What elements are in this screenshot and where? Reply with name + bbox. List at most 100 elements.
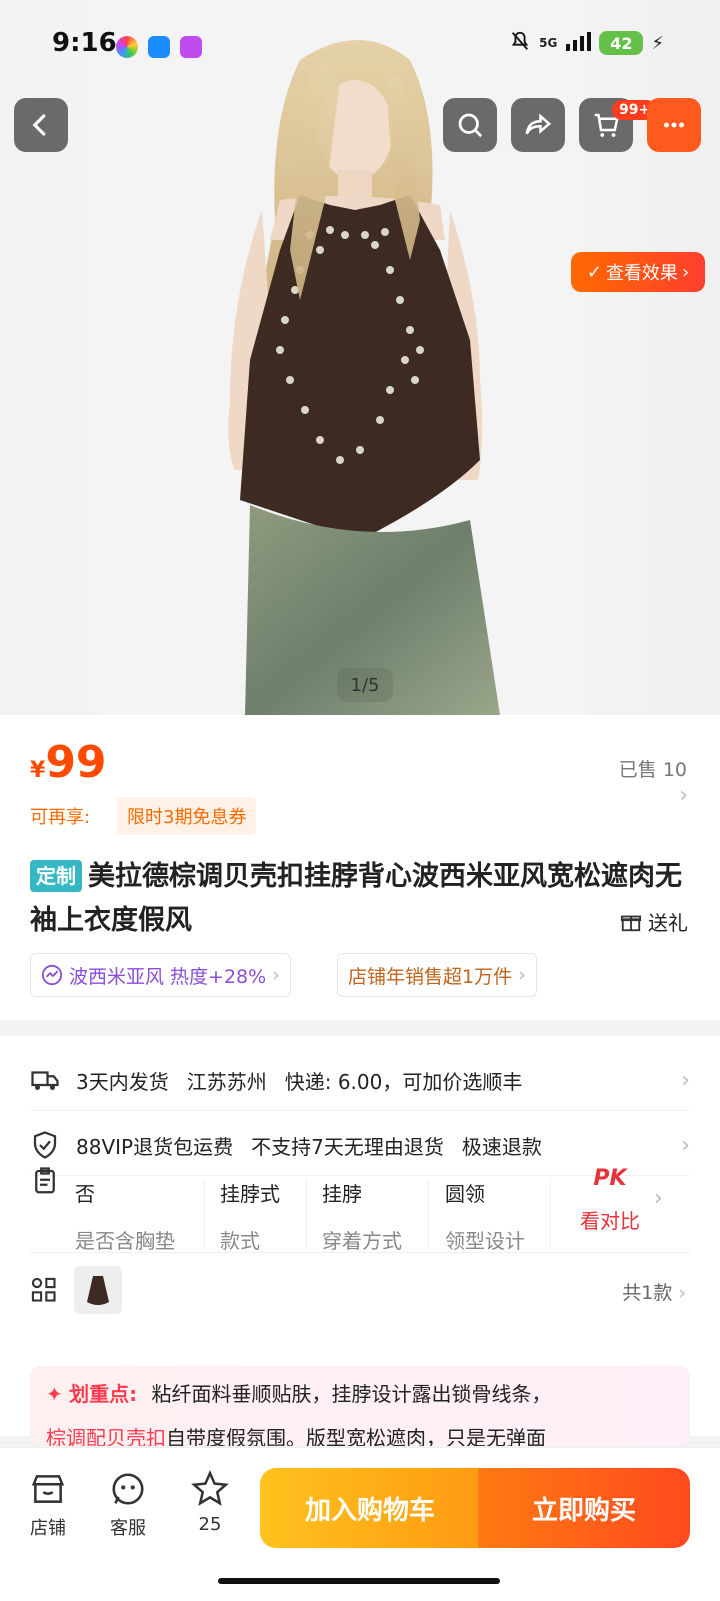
highlight-box: ✦ 划重点: 粘纤面料垂顺贴肤，挂脖设计露出锁骨线条， 棕调配贝壳扣自带度假氛围…	[30, 1366, 690, 1446]
highlight-line-1: 粘纤面料垂顺贴肤，挂脖设计露出锁骨线条，	[151, 1382, 552, 1406]
promo-coupon-chip[interactable]: 限时3期免息券	[117, 797, 257, 835]
return-policy: 不支持7天无理由退货	[251, 1134, 444, 1159]
attribute-wear[interactable]: 挂脖 穿着方式	[322, 1178, 402, 1254]
sparkle-icon: ✦	[46, 1382, 63, 1406]
buy-now-button[interactable]: 立即购买	[478, 1468, 690, 1548]
fast-refund: 极速退款	[461, 1134, 542, 1159]
compare-button[interactable]: PK 看对比	[580, 1166, 640, 1234]
attribute-key: 是否含胸垫	[75, 1229, 175, 1253]
variant-image	[87, 1276, 109, 1305]
attribute-key: 穿着方式	[322, 1229, 402, 1253]
search-button[interactable]	[443, 98, 497, 152]
attribute-value: 圆领	[445, 1182, 485, 1206]
highlight-emphasis: 棕调配贝壳扣	[46, 1426, 166, 1446]
promo-label: 可再享:	[30, 807, 91, 828]
trend-chip[interactable]: 波西米亚风 热度+28% ›	[30, 953, 291, 997]
share-icon	[525, 113, 552, 135]
app-notification-icon	[180, 36, 202, 58]
chat-icon	[112, 1473, 144, 1505]
attribute-value: 挂脖	[322, 1182, 362, 1206]
variant-count-text: 共1款	[622, 1282, 673, 1304]
gift-icon	[620, 915, 642, 931]
product-title: 定制 美拉德棕调贝壳扣挂脖背心波西米亚风宽松遮肉无袖上衣度假风	[30, 855, 690, 943]
battery-indicator: 42	[599, 31, 644, 55]
shop-button[interactable]: 店铺	[18, 1470, 78, 1540]
image-pager: 1/5	[337, 668, 393, 702]
status-time: 9:16	[52, 28, 117, 58]
sold-count: 已售 10	[618, 759, 687, 781]
gift-label: 送礼	[648, 911, 688, 935]
attribute-key: 款式	[220, 1229, 260, 1253]
divider	[550, 1180, 551, 1250]
custom-tag: 定制	[30, 860, 82, 892]
favorite-button[interactable]: 25	[180, 1470, 240, 1535]
attribute-value: 挂脖式	[220, 1182, 280, 1206]
mute-icon	[509, 30, 531, 56]
sales-chip[interactable]: 店铺年销售超1万件 ›	[337, 953, 537, 997]
shield-check-icon	[33, 1131, 57, 1159]
divider	[204, 1180, 205, 1250]
grid-icon	[31, 1277, 56, 1302]
attribute-value: 否	[75, 1182, 95, 1206]
status-bar: 9:16 5G 42 ⚡	[0, 0, 720, 90]
divider	[428, 1180, 429, 1250]
dispatch-time: 3天内发货	[76, 1069, 169, 1094]
variant-count[interactable]: 共1款 ›	[622, 1278, 686, 1305]
divider	[306, 1180, 307, 1250]
share-button[interactable]	[511, 98, 565, 152]
app-notification-icon	[148, 36, 170, 58]
charging-icon: ⚡	[651, 32, 664, 54]
ship-location: 江苏苏州	[186, 1069, 267, 1094]
highlight-label: 划重点:	[69, 1382, 138, 1406]
shop-label: 店铺	[30, 1518, 66, 1539]
chevron-right-icon: ›	[681, 1067, 690, 1093]
chevron-right-icon: ›	[518, 964, 526, 986]
more-dots-icon	[664, 122, 684, 128]
product-title-text: 美拉德棕调贝壳扣挂脖背心波西米亚风宽松遮肉无袖上衣度假风	[30, 861, 682, 936]
attribute-padding[interactable]: 否 是否含胸垫	[75, 1178, 175, 1254]
divider	[30, 1252, 690, 1253]
view-effect-button[interactable]: ✓ 查看效果 ›	[571, 252, 705, 292]
truck-icon	[31, 1071, 59, 1090]
trend-chip-text: 波西米亚风 热度+28%	[69, 965, 267, 988]
pk-label: PK	[593, 1166, 627, 1191]
attribute-key: 领型设计	[445, 1229, 525, 1253]
currency-symbol: ¥	[30, 758, 46, 783]
variant-thumbnail[interactable]	[74, 1266, 122, 1314]
trend-icon	[41, 964, 63, 986]
service-label: 客服	[110, 1518, 146, 1539]
shipping-row[interactable]: 3天内发货 江苏苏州 快递: 6.00，可加价选顺丰 ›	[30, 1050, 690, 1111]
shop-icon	[31, 1475, 65, 1503]
signal-icon	[565, 30, 592, 56]
status-indicators: 5G 42 ⚡	[509, 30, 664, 56]
check-icon: ✓	[586, 261, 602, 283]
price-value: 99	[45, 737, 107, 788]
sales-chip-text: 店铺年销售超1万件	[348, 965, 513, 988]
chevron-right-icon: ›	[681, 1132, 690, 1158]
compare-label: 看对比	[580, 1209, 640, 1233]
add-to-cart-button[interactable]: 加入购物车	[260, 1468, 480, 1548]
gift-button[interactable]: 送礼	[620, 907, 688, 936]
view-effect-label: 查看效果	[605, 263, 678, 284]
back-button[interactable]	[14, 98, 68, 152]
highlight-line-2: 自带度假氛围。版型宽松遮肉，只是无弹面	[166, 1426, 546, 1446]
chevron-right-icon: ›	[678, 1282, 686, 1304]
attribute-style[interactable]: 挂脖式 款式	[220, 1178, 280, 1254]
chevron-right-icon: ›	[681, 261, 690, 283]
more-button[interactable]	[647, 98, 701, 152]
product-info-card: ¥99 已售 10 可再享: 限时3期免息券 › 定制 美拉德棕调贝壳扣挂脖背心波…	[0, 715, 720, 1020]
attribute-collar[interactable]: 圆领 领型设计	[445, 1178, 525, 1254]
network-label: 5G	[539, 36, 558, 50]
star-icon	[191, 1470, 229, 1506]
back-arrow-icon	[32, 113, 46, 137]
customer-service-button[interactable]: 客服	[98, 1470, 158, 1540]
add-to-cart-label: 加入购物车	[304, 1495, 435, 1526]
search-icon	[458, 113, 483, 138]
buy-now-label: 立即购买	[531, 1495, 636, 1526]
product-image-carousel[interactable]: 9:16 5G 42 ⚡ 99+ ✓ 查看效果 › 1/5	[0, 0, 720, 715]
home-indicator	[218, 1578, 500, 1584]
chevron-right-icon: ›	[654, 1186, 663, 1211]
express-fee: 快递: 6.00，可加价选顺丰	[284, 1069, 523, 1094]
chevron-right-icon[interactable]: ›	[679, 783, 688, 808]
price: ¥99	[30, 737, 107, 788]
